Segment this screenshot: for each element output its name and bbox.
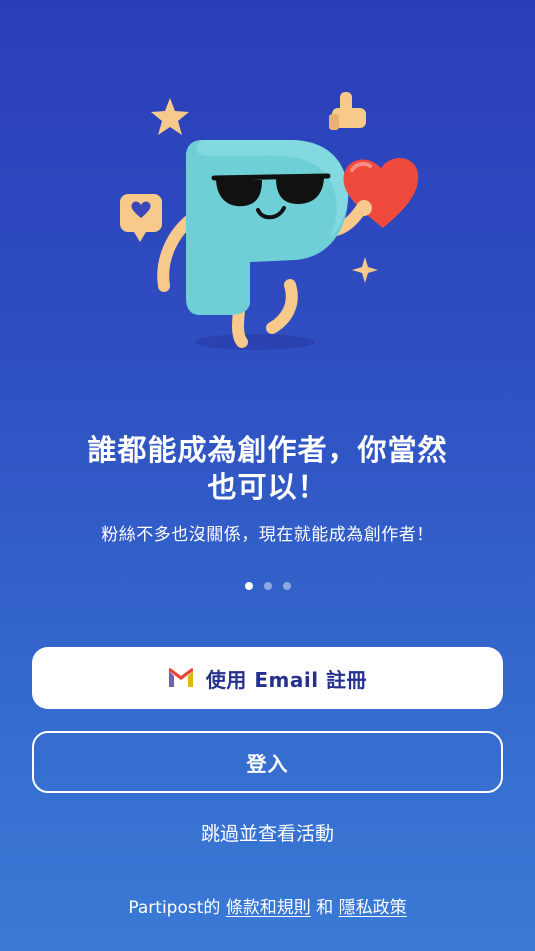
login-button[interactable]: 登入	[32, 731, 503, 793]
email-signup-label: 使用 Email 註冊	[205, 667, 368, 692]
headline-line1: 誰都能成為創作者，你當然	[87, 433, 448, 467]
page-dot-1[interactable]	[244, 582, 253, 590]
privacy-link[interactable]: 隱私政策	[339, 898, 407, 918]
headline: 誰都能成為創作者，你當然 也可以！	[40, 432, 495, 506]
page-dot-2[interactable]	[263, 582, 272, 590]
page-dot-3[interactable]	[282, 582, 291, 590]
star-icon	[151, 98, 189, 135]
login-label: 登入	[246, 751, 289, 776]
onboarding-screen: 誰都能成為創作者，你當然 也可以！ 粉絲不多也沒關係，現在就能成為創作者！ 使用…	[0, 0, 535, 951]
gmail-icon	[167, 668, 194, 688]
terms-link[interactable]: 條款和規則	[226, 898, 311, 918]
sparkle-icon	[352, 257, 378, 283]
heart-bubble-icon	[120, 194, 162, 242]
page-indicator	[0, 582, 535, 590]
mascot-illustration	[120, 92, 419, 350]
skip-link[interactable]: 跳過並查看活動	[0, 820, 535, 848]
legal-footer: Partipost的 條款和規則 和 隱私政策	[0, 895, 535, 921]
subtitle: 粉絲不多也沒關係，現在就能成為創作者！	[101, 525, 434, 545]
footer-conjunction: 和	[316, 898, 334, 918]
headline-line2: 也可以！	[207, 470, 328, 504]
email-signup-button[interactable]: 使用 Email 註冊	[32, 647, 503, 709]
thumbs-up-icon	[329, 92, 366, 130]
footer-prefix: Partipost的	[128, 898, 221, 918]
